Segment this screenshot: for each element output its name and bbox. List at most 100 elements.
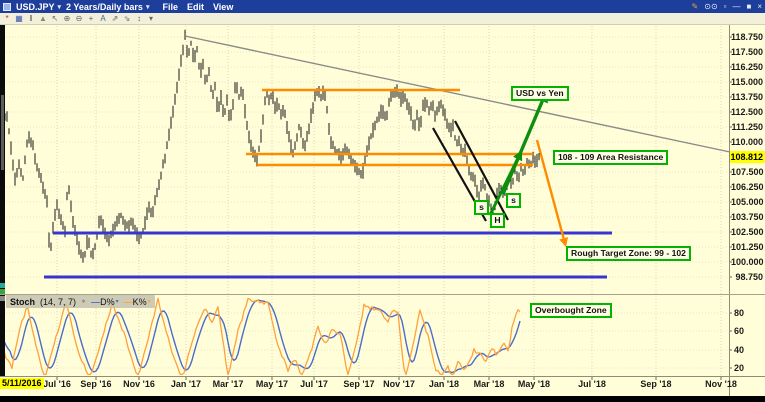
price-axis-label: 101.250	[731, 242, 763, 252]
annotate-text-icon[interactable]: A	[98, 14, 108, 24]
stoch-params[interactable]: (14, 7, 7)	[40, 297, 76, 307]
window-bottom-edge	[0, 396, 765, 402]
legend-series-label: K%	[133, 297, 147, 307]
period-dropdown-caret[interactable]: ▾	[146, 3, 150, 11]
price-axis-label: 115.000	[731, 77, 763, 87]
crosshair-icon[interactable]: +	[86, 14, 96, 24]
scroll-thumb[interactable]	[1, 95, 4, 170]
menu-edit[interactable]: Edit	[187, 2, 204, 12]
window-controls: ✎ ⊙⊙ ▫ — ■ ×	[692, 2, 762, 11]
time-axis-label: Nov '16	[117, 379, 161, 389]
annotation-left-shoulder[interactable]: s	[474, 200, 489, 215]
stoch-axis-label: 80	[734, 308, 756, 318]
price-axis-label: 107.500	[731, 167, 763, 177]
price-axis-label: 106.250	[731, 182, 763, 192]
annotation-overbought-zone[interactable]: Overbought Zone	[530, 303, 612, 318]
stoch-axis-label: 40	[734, 345, 756, 355]
vertical-gridlines	[57, 26, 721, 375]
legend-series-label: D%	[100, 297, 115, 307]
trendline-down-icon[interactable]: ⇘	[122, 14, 132, 24]
annotation-area-resistance[interactable]: 108 - 109 Area Resistance	[553, 150, 668, 165]
strip-dot-teal	[0, 283, 5, 288]
strip-dot-gray	[0, 296, 5, 301]
left-scroll-strip[interactable]	[0, 25, 5, 376]
price-axis-label: 118.750	[731, 32, 763, 42]
maximize-icon[interactable]: ■	[746, 2, 751, 11]
symbol-dropdown-caret[interactable]: ▾	[58, 3, 62, 11]
restore-icon[interactable]: ▫	[724, 2, 727, 11]
menu-view[interactable]: View	[213, 2, 233, 12]
legend-series-caret: ▾	[148, 298, 151, 305]
drawing-toolbar: *▦‖▲↖⊕⊖+A⇗⇘↕▾	[0, 13, 765, 25]
legend-series-caret: ▾	[116, 298, 119, 305]
annotation-usd-vs-yen[interactable]: USD vs Yen	[511, 86, 569, 101]
trading-app-window: USD.JPY ▾ 2 Years/Daily bars ▾ File Edit V…	[0, 0, 765, 402]
time-axis-label: Sep '17	[337, 379, 381, 389]
price-axis-label: 105.000	[731, 197, 763, 207]
stoch-axis-label: 60	[734, 326, 756, 336]
annotation-right-shoulder[interactable]: s	[506, 193, 521, 208]
expand-icon[interactable]: ↕	[134, 14, 144, 24]
cursor-icon[interactable]: ↖	[50, 14, 60, 24]
price-axis-label: 100.000	[731, 257, 763, 267]
chart-period[interactable]: 2 Years/Daily bars	[66, 2, 143, 12]
trendline-up-icon[interactable]: ⇗	[110, 14, 120, 24]
time-axis-label: May '18	[512, 379, 556, 389]
price-axis-label: 113.750	[731, 92, 763, 102]
price-axis-label: 117.500	[731, 47, 763, 57]
title-bar: USD.JPY ▾ 2 Years/Daily bars ▾ File Edit V…	[0, 0, 765, 13]
time-axis-label: Jul '18	[570, 379, 614, 389]
start-date-badge: 5/11/2016	[0, 378, 44, 389]
price-axis-label: 102.500	[731, 227, 763, 237]
time-axis-label: Nov '17	[377, 379, 421, 389]
legend-series-D[interactable]: —D%▾	[91, 297, 119, 307]
chart-plot	[0, 0, 765, 402]
legend-dash-icon: —	[124, 297, 132, 307]
minimize-icon[interactable]: —	[732, 2, 740, 11]
tools-menu-icon[interactable]: ▾	[146, 14, 156, 24]
stoch-series-legend: —D%▾—K%▾	[91, 297, 151, 307]
zoom-in-icon[interactable]: ⊕	[62, 14, 72, 24]
time-axis-label: Sep '18	[634, 379, 678, 389]
edit-icon[interactable]: ✎	[692, 2, 699, 11]
price-axis-label: 112.500	[731, 107, 763, 117]
marker-icon[interactable]: *	[2, 14, 12, 24]
price-axis-label: 116.250	[731, 62, 763, 72]
annotation-head[interactable]: H	[490, 213, 505, 228]
time-axis-label: Mar '17	[206, 379, 250, 389]
price-axis-label: 98.750	[731, 272, 763, 282]
price-axis-border	[729, 25, 730, 396]
price-axis-label: 110.000	[731, 137, 763, 147]
time-axis-border	[0, 376, 765, 377]
link-icon[interactable]: ⊙⊙	[704, 2, 717, 11]
stoch-legend: Stoch (14, 7, 7) ∗ —D%▾—K%▾	[6, 295, 155, 308]
current-price-badge: 108.812	[730, 151, 765, 163]
legend-series-K[interactable]: —K%▾	[124, 297, 151, 307]
annotation-rough-target-zone[interactable]: Rough Target Zone: 99 - 102	[566, 246, 691, 261]
stoch-axis-label: 20	[734, 363, 756, 373]
time-axis-label: Jan '17	[164, 379, 208, 389]
legend-dash-icon: —	[91, 297, 99, 307]
stoch-title: Stoch	[10, 297, 35, 307]
close-icon[interactable]: ×	[757, 2, 762, 11]
blue-support-lines[interactable]	[44, 233, 612, 277]
zoom-out-icon[interactable]: ⊖	[74, 14, 84, 24]
app-icon	[3, 3, 11, 11]
price-axis-label: 103.750	[731, 212, 763, 222]
menu-bar: File Edit View	[162, 2, 233, 12]
time-axis-label: Nov '18	[699, 379, 743, 389]
price-axis-label: 111.250	[731, 122, 763, 132]
stoch-edit-icon[interactable]: ∗	[81, 298, 86, 305]
menu-file[interactable]: File	[162, 2, 178, 12]
time-axis-label: Jul '17	[292, 379, 336, 389]
price-bars-series	[3, 30, 539, 263]
grid-icon[interactable]: ▦	[14, 14, 24, 24]
chart-symbol[interactable]: USD.JPY	[16, 2, 55, 12]
stoch-k-line	[0, 298, 520, 374]
triangle-icon[interactable]: ▲	[38, 14, 48, 24]
time-axis-label: Jan '18	[422, 379, 466, 389]
time-axis-label: May '17	[250, 379, 294, 389]
time-axis-label: Mar '18	[467, 379, 511, 389]
bar-style-icon[interactable]: ‖	[26, 14, 36, 24]
stoch-d-line	[0, 300, 520, 372]
